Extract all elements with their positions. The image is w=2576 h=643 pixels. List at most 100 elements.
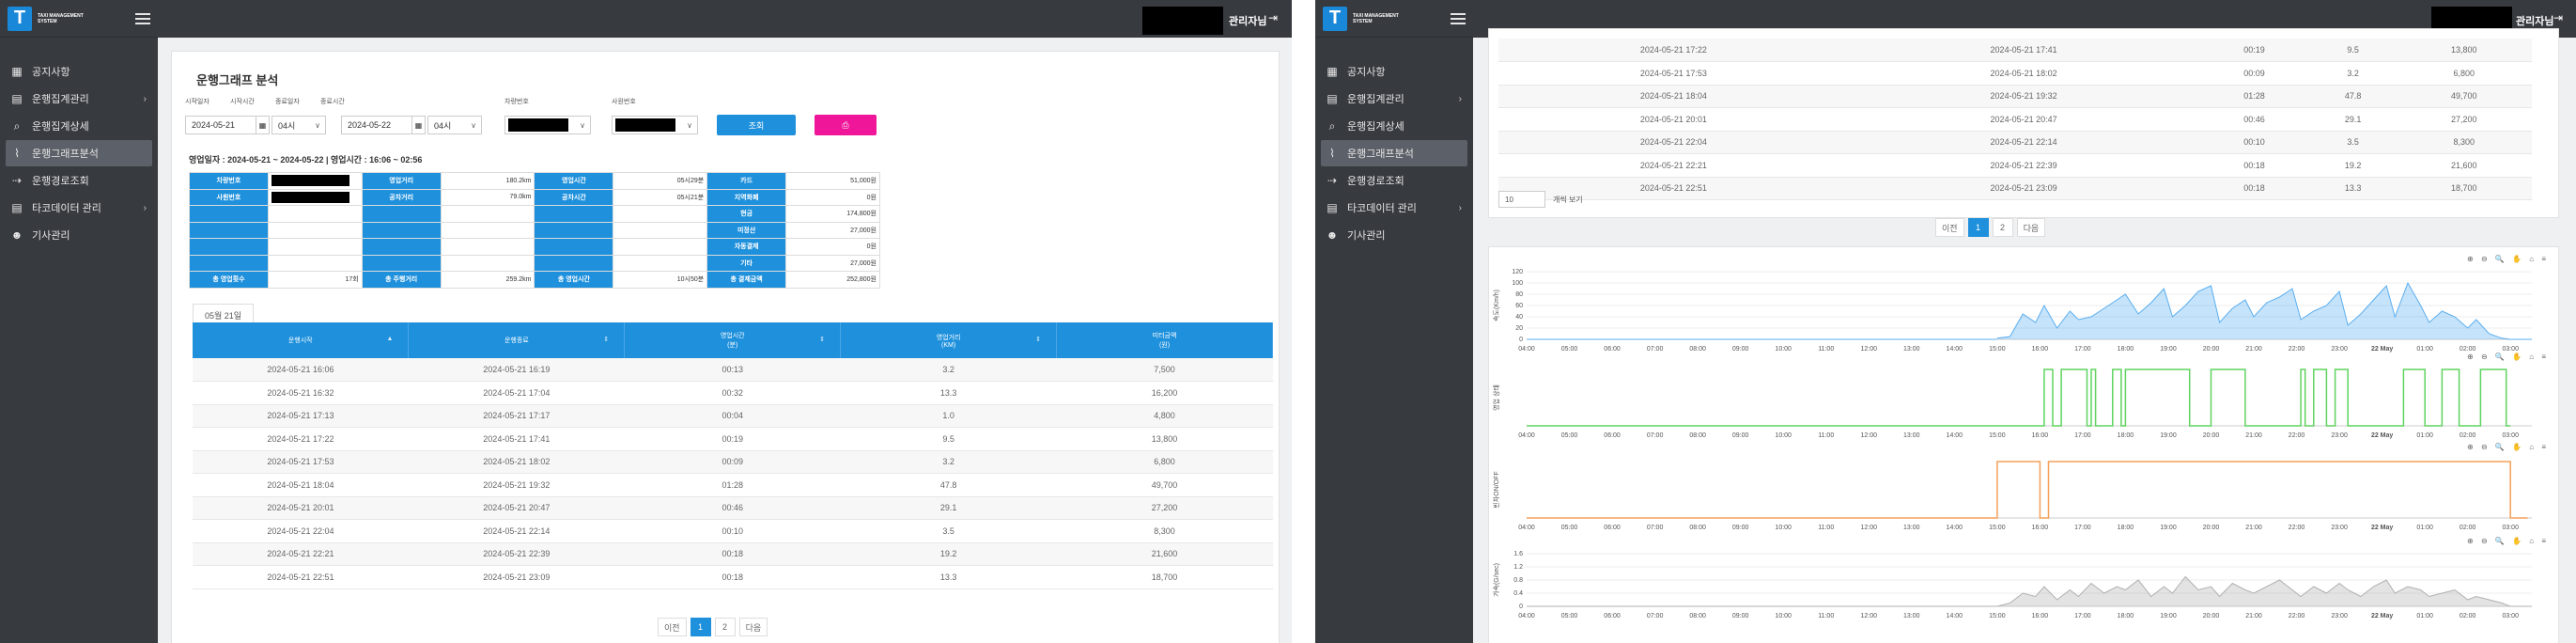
table-row[interactable]: 2024-05-21 17:22 2024-05-21 17:41 00:19 9.5…	[193, 427, 1273, 451]
start-date-field[interactable]: 2024-05-21 ▦	[185, 116, 270, 134]
sidebar-item-route[interactable]: ⇢ 운행경로조회	[6, 167, 152, 194]
hamburger-icon[interactable]	[1451, 12, 1466, 24]
x-tick-label: 03:00	[2502, 432, 2519, 439]
table-cell: 21,600	[1056, 542, 1273, 566]
series-area	[1996, 576, 2511, 606]
table-cell: 2024-05-21 20:47	[408, 496, 625, 520]
x-tick-label: 09:00	[1732, 346, 1749, 353]
sidebar-item-summary-detail[interactable]: ⌕ 운행집계상세	[6, 113, 152, 139]
sidebar-item-graph-analysis[interactable]: ⌇ 운행그래프분석	[1321, 140, 1467, 166]
x-tick-label: 05:00	[1561, 525, 1578, 531]
table-row[interactable]: 2024-05-21 22:21 2024-05-21 22:39 00:18 19.…	[1498, 153, 2532, 178]
summary-label: 영업거리	[361, 172, 442, 190]
x-tick-label: 21:00	[2245, 432, 2262, 439]
table-row[interactable]: 2024-05-21 22:51 2024-05-21 23:09 00:18 13.…	[1498, 177, 2532, 200]
chart-toolbar[interactable]: ⊕ ⊖ 🔍 ✋ ⌂ ≡	[2467, 353, 2549, 361]
table-row[interactable]: 2024-05-21 17:53 2024-05-21 18:02 00:09 3.2…	[193, 450, 1273, 474]
sidebar-item-route[interactable]: ⇢ 운행경로조회	[1321, 167, 1467, 194]
calendar-icon[interactable]: ▦	[411, 117, 425, 133]
sort-asc-icon[interactable]: ▲	[386, 336, 393, 342]
sidebar-item-notice[interactable]: ▦ 공지사항	[1321, 58, 1467, 85]
column-header[interactable]: 영업시간 (분) ⇕	[624, 322, 842, 358]
x-tick-label: 15:00	[1989, 432, 2006, 439]
x-tick-label: 22:00	[2289, 346, 2305, 353]
table-row[interactable]: 2024-05-21 16:32 2024-05-21 17:04 00:32 13.…	[193, 381, 1273, 405]
table-row[interactable]: 2024-05-21 20:01 2024-05-21 20:47 00:46 29.…	[1498, 107, 2532, 132]
sidebar-item-notice[interactable]: ▦ 공지사항	[6, 58, 152, 85]
pager-page-2[interactable]: 2	[1992, 218, 2013, 237]
x-tick-label: 11:00	[1818, 432, 1834, 439]
column-header[interactable]: 운행종료 ⇕	[408, 322, 626, 358]
summary-label-empty	[534, 254, 614, 272]
column-header[interactable]: 영업거리 (KM) ⇕	[840, 322, 1058, 358]
rows-per-page-select[interactable]: 10	[1498, 191, 1545, 208]
logout-icon[interactable]: ⇥	[2553, 11, 2563, 24]
chart-toolbar[interactable]: ⊕ ⊖ 🔍 ✋ ⌂ ≡	[2467, 443, 2549, 451]
pager-page-1[interactable]: 1	[690, 618, 711, 636]
table-row[interactable]: 2024-05-21 16:06 2024-05-21 16:19 00:13 3.2…	[193, 358, 1273, 382]
table-row[interactable]: 2024-05-21 22:04 2024-05-21 22:14 00:10 3.5…	[1498, 131, 2532, 154]
column-header[interactable]: 미터금액 (원)	[1056, 322, 1273, 358]
card-icon: ▤	[1327, 201, 1338, 214]
table-row[interactable]: 2024-05-21 17:53 2024-05-21 18:02 00:09 3.2…	[1498, 61, 2532, 86]
sidebar-item-drivers[interactable]: ☻ 기사관리	[6, 222, 152, 248]
table-row[interactable]: 2024-05-21 18:04 2024-05-21 19:32 01:28 47.…	[193, 473, 1273, 497]
pager-page-2[interactable]: 2	[714, 618, 736, 636]
table-row[interactable]: 2024-05-21 22:51 2024-05-21 23:09 00:18 13.…	[193, 565, 1273, 589]
sidebar-item-graph-analysis[interactable]: ⌇ 운행그래프분석	[6, 140, 152, 166]
table-row[interactable]: 2024-05-21 18:04 2024-05-21 19:32 01:28 47.…	[1498, 85, 2532, 108]
summary-value-empty	[613, 221, 708, 239]
pager-next[interactable]: 다음	[738, 618, 768, 636]
search-button[interactable]: 조회	[717, 115, 796, 135]
chart-toolbar[interactable]: ⊕ ⊖ 🔍 ✋ ⌂ ≡	[2467, 537, 2549, 545]
main-content: 운행그래프 분석 시작일자 2024-05-21 ▦ 시작시간 04시 ∨ 종료일자…	[158, 38, 1292, 643]
summary-value: 05시29분	[613, 172, 708, 190]
chart-toolbar[interactable]: ⊕ ⊖ 🔍 ✋ ⌂ ≡	[2467, 255, 2549, 263]
hamburger-icon[interactable]	[135, 12, 150, 24]
route-icon: ⇢	[11, 174, 23, 187]
table-cell: 8,300	[2396, 131, 2532, 154]
table-row[interactable]: 2024-05-21 17:13 2024-05-21 17:17 00:04 1.0…	[193, 404, 1273, 428]
logout-icon[interactable]: ⇥	[1268, 11, 1278, 24]
table-cell: 00:18	[2198, 153, 2310, 178]
calendar-icon[interactable]: ▦	[256, 117, 269, 133]
table-cell: 13.3	[840, 565, 1057, 589]
speed-chart: 속도(Km/h) 0 20 40 60 80 100 120 04:00 05:00 06:00 07…	[1493, 269, 2532, 353]
start-time-select[interactable]: 04시 ∨	[272, 116, 326, 134]
x-tick-label: 12:00	[1860, 525, 1877, 531]
x-tick-label: 02:00	[2460, 346, 2476, 353]
sort-icon[interactable]: ⇕	[1035, 336, 1041, 343]
sort-icon[interactable]: ⇕	[603, 336, 609, 343]
pager-next[interactable]: 다음	[2016, 218, 2046, 237]
summary-value: 27,000원	[785, 221, 880, 239]
table-row[interactable]: 2024-05-21 22:21 2024-05-21 22:39 00:18 19.…	[193, 542, 1273, 566]
sidebar-item-summary-detail[interactable]: ⌕ 운행집계상세	[1321, 113, 1467, 139]
logo[interactable]: T TAXI MANAGEMENT SYSTEM	[0, 0, 158, 38]
table-row[interactable]: 2024-05-21 22:04 2024-05-21 22:14 00:10 3.5…	[193, 519, 1273, 543]
pager-prev[interactable]: 이전	[1935, 218, 1964, 237]
sidebar-item-label: 운행경로조회	[32, 176, 89, 187]
x-tick-label: 12:00	[1860, 346, 1877, 353]
print-button[interactable]: ⎙	[815, 115, 877, 135]
end-time-select[interactable]: 04시 ∨	[427, 116, 482, 134]
sidebar-item-drivers[interactable]: ☻ 기사관리	[1321, 222, 1467, 248]
sidebar-item-summary-mgmt[interactable]: ▤ 운행집계관리 ›	[1321, 86, 1467, 112]
start-time-value: 04시	[278, 120, 296, 131]
pager-page-1[interactable]: 1	[1967, 218, 1989, 237]
logo[interactable]: T TAXI MANAGEMENT SYSTEM	[1315, 0, 1473, 38]
y-axis-label: 가속(G/sec)	[1492, 563, 1500, 597]
end-date-field[interactable]: 2024-05-22 ▦	[341, 116, 426, 134]
table-row[interactable]: 2024-05-21 17:22 2024-05-21 17:41 00:19 9.5…	[1498, 39, 2532, 62]
y-tick-label: 0	[1519, 604, 1523, 610]
sidebar-item-tacho[interactable]: ▤ 타코데이터 관리 ›	[6, 195, 152, 221]
sidebar-item-summary-mgmt[interactable]: ▤ 운행집계관리 ›	[6, 86, 152, 112]
sidebar-item-tacho[interactable]: ▤ 타코데이터 관리 ›	[1321, 195, 1467, 221]
column-header[interactable]: 운행시작 ▲	[193, 322, 410, 358]
sidebar-item-label: 타코데이터 관리	[1347, 203, 1417, 214]
sort-icon[interactable]: ⇕	[819, 336, 825, 343]
table-cell: 00:09	[624, 450, 841, 474]
table-row[interactable]: 2024-05-21 20:01 2024-05-21 20:47 00:46 29.…	[193, 496, 1273, 520]
summary-value: 259.2km	[440, 271, 535, 289]
pager-prev[interactable]: 이전	[658, 618, 687, 636]
table-cell: 29.1	[840, 496, 1057, 520]
